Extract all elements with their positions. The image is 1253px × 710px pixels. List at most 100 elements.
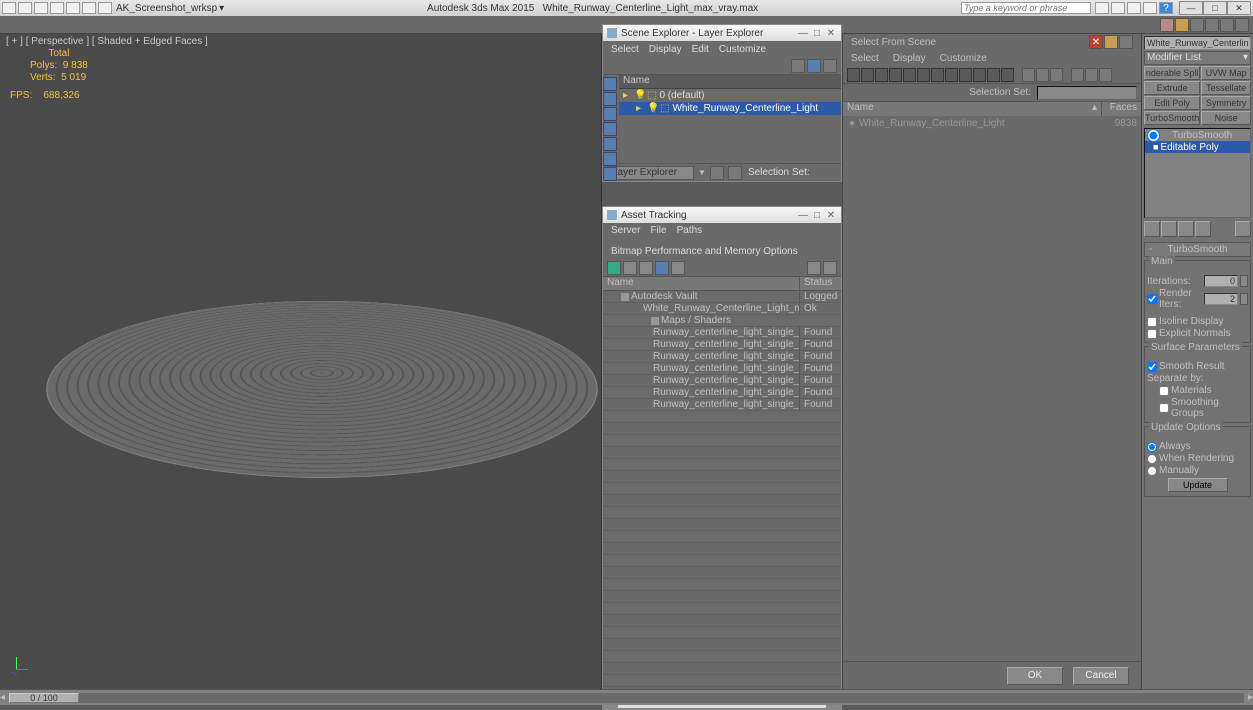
filter-toggle-1-icon[interactable] bbox=[1071, 68, 1084, 82]
filter-group-icon[interactable] bbox=[945, 68, 958, 82]
lock-icon[interactable] bbox=[710, 166, 724, 180]
sfs-header[interactable]: Name▴ Faces bbox=[843, 102, 1141, 116]
at-list-icon[interactable] bbox=[671, 261, 685, 275]
view-layers-icon[interactable] bbox=[807, 59, 821, 73]
show-end-result-icon[interactable] bbox=[1161, 221, 1177, 237]
configure-sets-icon[interactable] bbox=[1235, 221, 1251, 237]
save-icon[interactable] bbox=[50, 2, 64, 14]
stack-item-turbosmooth[interactable]: TurboSmooth bbox=[1145, 129, 1250, 141]
edit-poly-button[interactable]: Edit Poly bbox=[1144, 96, 1200, 110]
object-name-field[interactable] bbox=[1144, 36, 1251, 50]
collapse-all-icon[interactable] bbox=[1036, 68, 1049, 82]
render-iters-field[interactable]: 2 bbox=[1204, 293, 1238, 305]
at-settings-icon[interactable] bbox=[823, 261, 837, 275]
filter-lights-icon[interactable] bbox=[603, 122, 617, 136]
app-icon[interactable] bbox=[2, 2, 16, 14]
menu-paths[interactable]: Paths bbox=[677, 225, 703, 236]
asset-row[interactable]: White_Runway_Centerline_Light_max_vray.m… bbox=[603, 303, 841, 315]
at-refresh-icon[interactable] bbox=[607, 261, 621, 275]
turbosmooth-button[interactable]: TurboSmooth bbox=[1144, 111, 1200, 125]
stack-enable-radio[interactable] bbox=[1147, 129, 1160, 142]
filter-camera-icon[interactable] bbox=[903, 68, 916, 82]
motion-tab-icon[interactable] bbox=[1205, 18, 1219, 32]
signin-icon[interactable] bbox=[1111, 2, 1125, 14]
isoline-checkbox[interactable] bbox=[1147, 317, 1157, 327]
options-icon[interactable] bbox=[823, 59, 837, 73]
at-tree-icon[interactable] bbox=[655, 261, 669, 275]
render-iters-checkbox[interactable] bbox=[1147, 294, 1157, 304]
asset-row[interactable]: Runway_centerline_light_single_Refractio… bbox=[603, 387, 841, 399]
timeline[interactable]: ◂ 0 / 100 ▸ bbox=[0, 689, 1253, 705]
viewport-label[interactable]: [ + ] [ Perspective ] [ Shaded + Edged F… bbox=[6, 36, 208, 47]
explorer-combo[interactable]: Layer Explorer bbox=[607, 166, 694, 180]
filter-spacewarps-icon[interactable] bbox=[603, 167, 617, 181]
favorites-icon[interactable] bbox=[1143, 2, 1157, 14]
expand-all-icon[interactable] bbox=[1022, 68, 1035, 82]
iterations-field[interactable]: 0 bbox=[1204, 275, 1238, 287]
spinner-icon[interactable] bbox=[1240, 275, 1248, 287]
modify-tab-icon[interactable] bbox=[1175, 18, 1189, 32]
timeline-handle[interactable]: 0 / 100 bbox=[9, 693, 79, 703]
filter-toggle-3-icon[interactable] bbox=[1099, 68, 1112, 82]
maximize-button[interactable]: □ bbox=[1203, 1, 1227, 15]
find-icon[interactable] bbox=[791, 59, 805, 73]
update-button[interactable]: Update bbox=[1168, 478, 1228, 492]
filter-helpers-icon[interactable] bbox=[603, 152, 617, 166]
cancel-button[interactable]: Cancel bbox=[1073, 667, 1129, 685]
filter-bone-icon[interactable] bbox=[973, 68, 986, 82]
hierarchy-tab-icon[interactable] bbox=[1190, 18, 1204, 32]
asset-row[interactable]: Autodesk VaultLogged bbox=[603, 291, 841, 303]
menu-edit[interactable]: Edit bbox=[692, 44, 709, 55]
search-icon[interactable] bbox=[1095, 2, 1109, 14]
menu-select[interactable]: Select bbox=[851, 53, 879, 64]
spinner-icon[interactable] bbox=[1240, 293, 1248, 305]
symmetry-button[interactable]: Symmetry bbox=[1201, 96, 1251, 110]
menu-server[interactable]: Server bbox=[611, 225, 640, 236]
select-children-icon[interactable] bbox=[1050, 68, 1063, 82]
modifier-stack[interactable]: TurboSmooth ■ Editable Poly bbox=[1144, 128, 1251, 218]
pin-stack-icon[interactable] bbox=[1144, 221, 1160, 237]
noise-button[interactable]: Noise bbox=[1201, 111, 1251, 125]
open-icon[interactable] bbox=[34, 2, 48, 14]
sfs-row[interactable]: ●White_Runway_Centerline_Light 9838 bbox=[843, 116, 1141, 130]
filter-container-icon[interactable] bbox=[987, 68, 1000, 82]
uvw-map-button[interactable]: UVW Map bbox=[1201, 66, 1251, 80]
tree-header-name[interactable]: Name bbox=[619, 75, 841, 89]
panel-close-icon[interactable]: ✕ bbox=[825, 209, 837, 221]
redo-icon[interactable] bbox=[82, 2, 96, 14]
extrude-button[interactable]: Extrude bbox=[1144, 81, 1200, 95]
renderable-spline-button[interactable]: nderable Spli bbox=[1144, 66, 1200, 80]
filter-toggle-2-icon[interactable] bbox=[1085, 68, 1098, 82]
at-tool3-icon[interactable] bbox=[639, 261, 653, 275]
filter-shapes-icon[interactable] bbox=[603, 107, 617, 121]
filter-geom-icon[interactable] bbox=[861, 68, 874, 82]
modifier-list-dropdown[interactable]: Modifier List▾ bbox=[1144, 51, 1251, 65]
sfs-pin-icon[interactable] bbox=[1104, 35, 1118, 49]
make-unique-icon[interactable] bbox=[1178, 221, 1194, 237]
undo-icon[interactable] bbox=[66, 2, 80, 14]
asset-row[interactable]: Runway_centerline_light_single_Glossines… bbox=[603, 363, 841, 375]
filter-geometry-icon[interactable] bbox=[603, 92, 617, 106]
layer-row-default[interactable]: ▸💡⬚ 0 (default) bbox=[619, 89, 841, 102]
asset-tracking-list[interactable]: Autodesk VaultLoggedWhite_Runway_Centerl… bbox=[603, 291, 841, 411]
filter-xref-icon[interactable] bbox=[959, 68, 972, 82]
at-help-icon[interactable] bbox=[807, 261, 821, 275]
help-icon[interactable]: ? bbox=[1159, 2, 1173, 14]
tessellate-button[interactable]: Tessellate bbox=[1201, 81, 1251, 95]
smoothing-groups-checkbox[interactable] bbox=[1159, 403, 1169, 413]
materials-checkbox[interactable] bbox=[1159, 386, 1169, 396]
explicit-normals-checkbox[interactable] bbox=[1147, 329, 1157, 339]
stack-item-editable-poly[interactable]: ■ Editable Poly bbox=[1145, 141, 1250, 153]
filter-frozen-icon[interactable] bbox=[1001, 68, 1014, 82]
panel-minimize-icon[interactable]: — bbox=[797, 209, 809, 221]
close-button[interactable]: ✕ bbox=[1227, 1, 1251, 15]
filter-helper-icon[interactable] bbox=[917, 68, 930, 82]
utilities-tab-icon[interactable] bbox=[1235, 18, 1249, 32]
when-rendering-radio[interactable] bbox=[1147, 454, 1157, 464]
link-icon[interactable] bbox=[98, 2, 112, 14]
at-tool2-icon[interactable] bbox=[623, 261, 637, 275]
filter-all-icon[interactable] bbox=[847, 68, 860, 82]
minimize-button[interactable]: — bbox=[1179, 1, 1203, 15]
asset-tracking-titlebar[interactable]: Asset Tracking — □ ✕ bbox=[603, 207, 841, 223]
filter-cameras-icon[interactable] bbox=[603, 137, 617, 151]
